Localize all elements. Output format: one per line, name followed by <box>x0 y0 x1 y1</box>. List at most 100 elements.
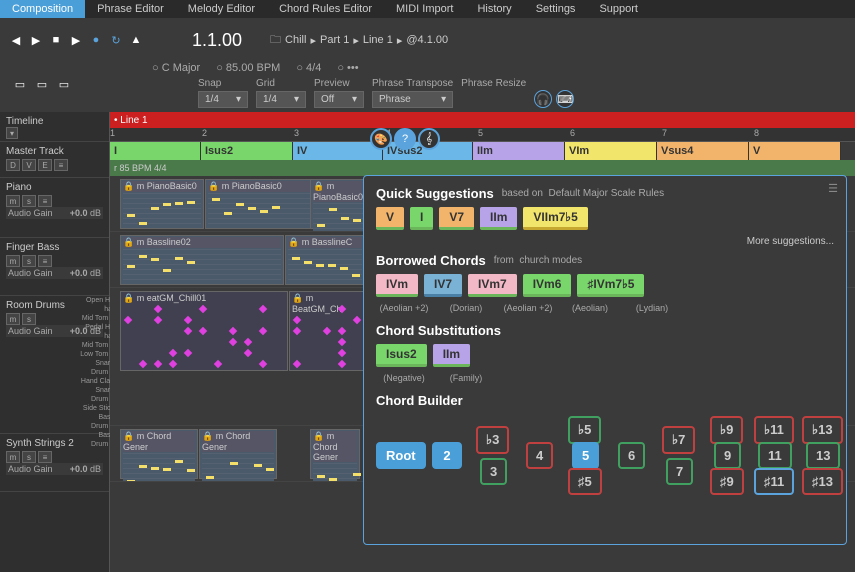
tab-history[interactable]: History <box>465 0 523 18</box>
builder-b9[interactable]: ♭9 <box>710 416 743 444</box>
mute-button[interactable]: m <box>6 313 20 325</box>
chord-chip[interactable]: IVm7 <box>468 274 517 297</box>
track-menu-icon[interactable]: ≡ <box>38 255 52 267</box>
metronome-icon[interactable]: ▲ <box>128 32 144 48</box>
builder-4[interactable]: 4 <box>526 442 553 469</box>
tuning-icon[interactable]: 𝄞 <box>418 128 440 150</box>
builder-s13[interactable]: ♯13 <box>802 468 843 495</box>
tab-chord-rules-editor[interactable]: Chord Rules Editor <box>267 0 384 18</box>
tab-midi-import[interactable]: MIDI Import <box>384 0 465 18</box>
builder-b11[interactable]: ♭11 <box>754 416 794 444</box>
builder-11[interactable]: 11 <box>758 442 792 469</box>
builder-s5[interactable]: ♯5 <box>568 468 602 495</box>
more-suggestions-link[interactable]: More suggestions... <box>376 236 834 247</box>
builder-13[interactable]: 13 <box>806 442 840 469</box>
crumb-part[interactable]: Part 1 <box>320 34 349 46</box>
mute-button[interactable]: m <box>6 255 20 267</box>
builder-9[interactable]: 9 <box>714 442 741 469</box>
timesig-display[interactable]: 4/4 <box>296 62 321 74</box>
master-v-button[interactable]: V <box>22 159 36 171</box>
transpose-dropdown[interactable]: Phrase▾ <box>372 91 453 108</box>
solo-button[interactable]: s <box>22 313 36 325</box>
clip[interactable]: 🔒 m Chord Gener <box>199 429 277 479</box>
builder-b13[interactable]: ♭13 <box>802 416 843 444</box>
clip[interactable]: 🔒 m PianoBasic0 <box>310 179 368 229</box>
chord-chip[interactable]: I <box>410 207 433 230</box>
master-e-button[interactable]: E <box>38 159 52 171</box>
next-button[interactable]: ▶ <box>28 32 44 48</box>
mute-button[interactable]: m <box>6 195 20 207</box>
tab-composition[interactable]: Composition <box>0 0 85 18</box>
gain-display[interactable]: Audio Gain+0.0 dB <box>6 207 103 219</box>
grid-dropdown[interactable]: 1/4▾ <box>256 91 306 108</box>
builder-s9[interactable]: ♯9 <box>710 468 744 495</box>
prev-button[interactable]: ◀ <box>8 32 24 48</box>
chord-chip[interactable]: IIm <box>433 344 470 367</box>
track-menu-icon[interactable]: ≡ <box>38 451 52 463</box>
tempo-display[interactable]: 85.00 BPM <box>216 62 280 74</box>
master-d-button[interactable]: D <box>6 159 20 171</box>
chord-chip[interactable]: VIIm7♭5 <box>523 207 587 230</box>
clip[interactable]: 🔒 m PianoBasic0 <box>120 179 204 229</box>
clip[interactable]: 🔒 m Chord Gener <box>120 429 198 479</box>
timeline-expand-icon[interactable]: ▾ <box>6 127 18 139</box>
drum-clip[interactable]: 🔒 m BeatGM_Ch <box>289 291 367 371</box>
line-bar[interactable]: • Line 1 <box>110 112 855 128</box>
builder-s11[interactable]: ♯11 <box>754 468 794 495</box>
builder-b5[interactable]: ♭5 <box>568 416 601 444</box>
chord-chip[interactable]: IIm <box>480 207 517 230</box>
mute-button[interactable]: m <box>6 451 20 463</box>
preview-dropdown[interactable]: Off▾ <box>314 91 364 108</box>
builder-6[interactable]: 6 <box>618 442 645 469</box>
master-menu-icon[interactable]: ≡ <box>54 159 68 171</box>
chord-chip[interactable]: IVm6 <box>523 274 572 297</box>
clip[interactable]: 🔒 m Bassline02 <box>120 235 284 285</box>
help-icon[interactable]: ? <box>394 128 416 150</box>
track-menu-icon[interactable]: ≡ <box>38 195 52 207</box>
chord-block[interactable]: V <box>749 142 841 160</box>
chord-chip[interactable]: V7 <box>439 207 474 230</box>
chord-block[interactable]: VIm <box>565 142 657 160</box>
gain-display[interactable]: Audio Gain+0.0 dB <box>6 267 103 279</box>
palette-icon[interactable]: 🎨 <box>370 128 392 150</box>
chord-chip[interactable]: V <box>376 207 404 230</box>
builder-b7[interactable]: ♭7 <box>662 426 695 454</box>
builder-b3[interactable]: ♭3 <box>476 426 509 454</box>
keyboard-icon[interactable]: ⌨ <box>556 90 574 108</box>
chord-block[interactable]: Isus2 <box>201 142 293 160</box>
record-button[interactable]: ● <box>88 32 104 48</box>
chord-block[interactable]: Vsus4 <box>657 142 749 160</box>
tab-settings[interactable]: Settings <box>524 0 588 18</box>
builder-root[interactable]: Root <box>376 442 426 469</box>
headphone-icon[interactable]: 🎧 <box>534 90 552 108</box>
key-display[interactable]: C Major <box>152 62 200 74</box>
clip[interactable]: 🔒 m BasslineC <box>285 235 365 285</box>
gain-display[interactable]: Audio Gain+0.0 dB <box>6 463 103 475</box>
chord-chip[interactable]: IV7 <box>424 274 462 297</box>
tab-support[interactable]: Support <box>587 0 650 18</box>
solo-button[interactable]: s <box>22 255 36 267</box>
play-button[interactable]: ▶ <box>68 32 84 48</box>
stop-button[interactable]: ■ <box>48 32 64 48</box>
builder-7[interactable]: 7 <box>666 458 693 485</box>
crumb-line[interactable]: Line 1 <box>363 34 393 46</box>
view-icon-1[interactable]: ▭ <box>12 76 28 92</box>
chord-chip[interactable]: ♯IVm7♭5 <box>577 274 644 297</box>
crumb-folder[interactable]: Chill <box>285 34 306 46</box>
tab-phrase-editor[interactable]: Phrase Editor <box>85 0 176 18</box>
snap-dropdown[interactable]: 1/4▾ <box>198 91 248 108</box>
solo-button[interactable]: s <box>22 451 36 463</box>
panel-menu-icon[interactable]: ☰ <box>828 182 838 195</box>
timeline-ruler[interactable]: 12345678 <box>110 128 855 142</box>
loop-button[interactable]: ↻ <box>108 32 124 48</box>
more-icon[interactable]: ••• <box>337 62 358 74</box>
drum-clip[interactable]: 🔒 m eatGM_Chill01 <box>120 291 288 371</box>
chord-block[interactable]: I <box>110 142 201 160</box>
builder-5[interactable]: 5 <box>572 442 599 469</box>
chord-block[interactable]: IIm <box>473 142 565 160</box>
solo-button[interactable]: s <box>22 195 36 207</box>
clip[interactable]: 🔒 m Chord Gener <box>310 429 360 479</box>
view-icon-2[interactable]: ▭ <box>34 76 50 92</box>
view-icon-3[interactable]: ▭ <box>56 76 72 92</box>
chord-chip[interactable]: IVm <box>376 274 418 297</box>
